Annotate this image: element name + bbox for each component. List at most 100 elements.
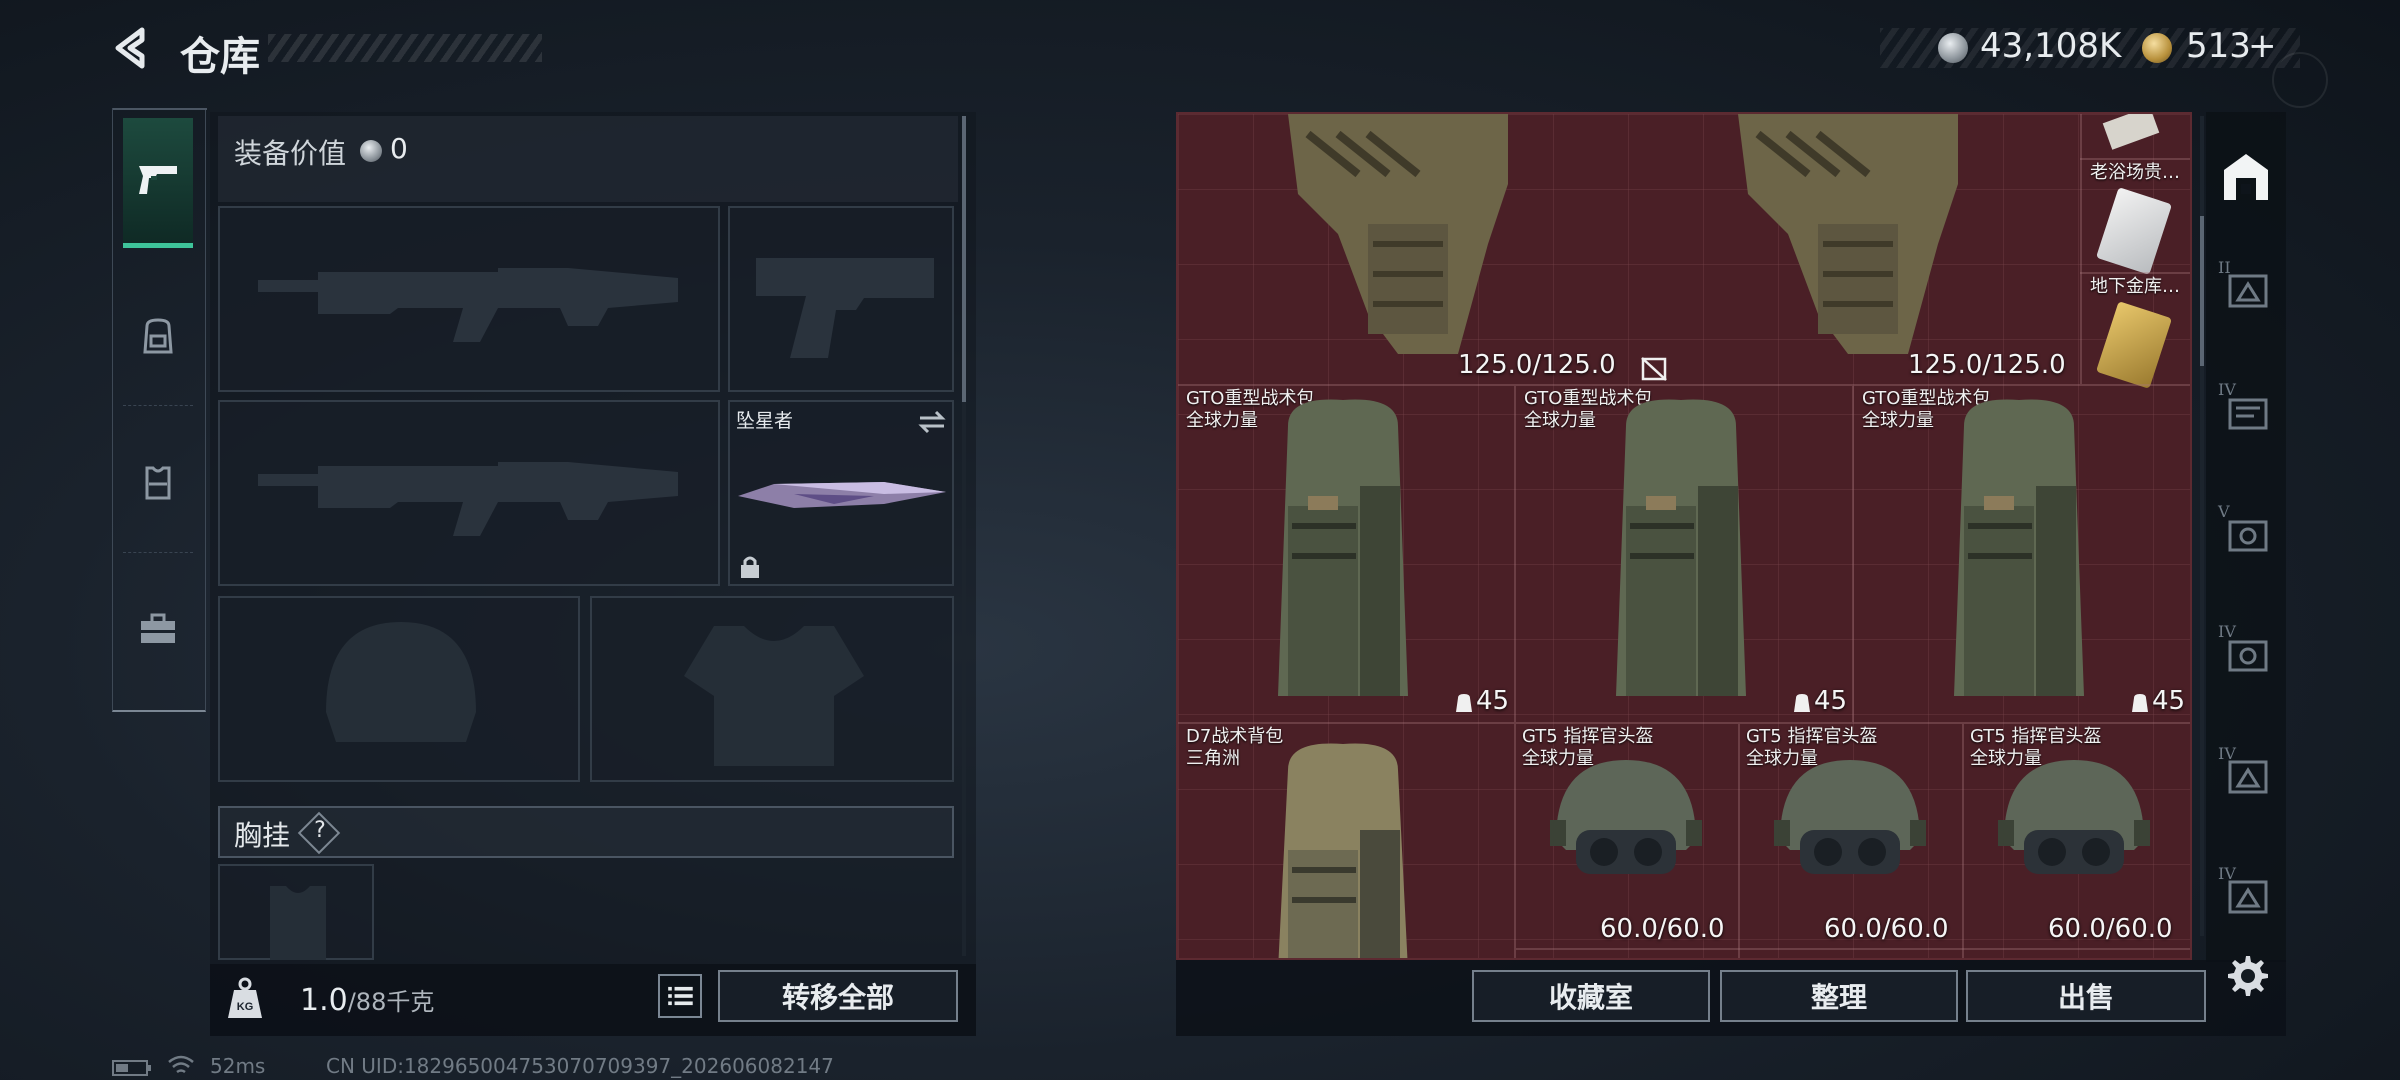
category-tab-6[interactable]: IV: [2214, 862, 2278, 926]
category-tab-5[interactable]: IV: [2214, 742, 2278, 806]
ping-readout: 52ms: [210, 1054, 266, 1078]
primary-weapon-slot-2[interactable]: [218, 400, 720, 586]
category-tab-1[interactable]: II: [2214, 256, 2278, 320]
capacity-icon: [1456, 694, 1472, 712]
add-currency-button[interactable]: +: [2248, 26, 2277, 66]
backpack-icon: [1954, 399, 2084, 696]
back-arrow-icon[interactable]: [108, 24, 156, 72]
title-decoration: [268, 34, 542, 62]
item-name: GT5 指挥官头盔: [1522, 726, 1654, 747]
helmet-item[interactable]: GT5 指挥官头盔 全球力量 60.0/60.0: [1964, 724, 2186, 946]
transfer-all-button[interactable]: 转移全部: [718, 970, 958, 1022]
key-card-item[interactable]: 地下金库…: [2082, 274, 2190, 389]
backpack-item[interactable]: D7战术背包 三角洲: [1178, 724, 1514, 958]
item-subtitle: 全球力量: [1862, 410, 1934, 431]
pistol-icon: [139, 166, 177, 194]
helmet-item[interactable]: GT5 指挥官头盔 全球力量 60.0/60.0: [1516, 724, 1738, 946]
tactical-vest-item[interactable]: [1278, 114, 1518, 364]
chest-rig-slot[interactable]: [218, 864, 374, 960]
helmet-durability: 60.0/60.0: [2048, 914, 2173, 944]
backpack-icon: [1278, 743, 1408, 958]
category-tier: IV: [2218, 864, 2236, 883]
melee-weapon-name: 坠星者: [736, 410, 794, 432]
weight-icon: KG: [228, 977, 262, 1018]
key-card-icon: [2095, 187, 2173, 275]
secondary-weapon-slot[interactable]: [728, 206, 954, 392]
tab-separator: [123, 552, 193, 553]
warehouse-all-icon[interactable]: [2214, 144, 2278, 208]
vest-icon[interactable]: [141, 462, 175, 502]
decorative-ring: [2272, 52, 2328, 108]
silver-coin-icon: [360, 140, 382, 162]
sort-button[interactable]: 整理: [1720, 970, 1958, 1022]
item-name: GT5 指挥官头盔: [1970, 726, 2102, 747]
helmet-icon: [1998, 760, 2150, 874]
capacity-icon: [2132, 694, 2148, 712]
category-tier: IV: [2218, 744, 2236, 763]
swap-icon[interactable]: [916, 408, 948, 436]
category-tier: V: [2218, 502, 2230, 521]
capacity-icon: [1794, 694, 1810, 712]
key-card-name: 老浴场贵…: [2090, 162, 2180, 183]
tab-weapons[interactable]: [123, 118, 193, 248]
helmet-icon: [1774, 760, 1926, 874]
weight-current: 1.0: [300, 983, 348, 1018]
help-icon-glyph: ?: [314, 818, 326, 843]
assault-rifle-silhouette-icon: [258, 268, 678, 342]
key-card-icon: [2095, 301, 2173, 389]
category-tier: IV: [2218, 380, 2236, 399]
helmet-durability: 60.0/60.0: [1824, 914, 1949, 944]
pistol-silhouette-icon: [756, 258, 934, 358]
backpack-capacity: 45: [2152, 686, 2186, 716]
uid-readout: CN UID:182965004753070709397_20260608214…: [326, 1054, 834, 1078]
loadout-scrollbar-thumb[interactable]: [962, 116, 966, 402]
inventory-grid[interactable]: 125.0/125.0 125.0/125.0 老浴场贵… 地下金库… GTO重…: [1176, 112, 2192, 960]
backpack-icon[interactable]: [139, 316, 177, 356]
tab-separator: [123, 405, 193, 406]
category-tier: II: [2218, 258, 2231, 277]
gold-currency-amount: 513: [2186, 26, 2251, 66]
list-view-button[interactable]: [658, 974, 702, 1018]
inventory-scrollbar-thumb[interactable]: [2200, 216, 2204, 366]
melee-weapon-slot[interactable]: 坠星者: [728, 400, 954, 586]
key-card-item[interactable]: [2082, 114, 2190, 158]
tactical-vest-item[interactable]: [1728, 114, 1968, 364]
armor-silhouette-icon: [684, 626, 864, 766]
item-subtitle: 三角洲: [1186, 748, 1240, 769]
backpack-item[interactable]: GTO重型战术包 全球力量 45: [1516, 386, 1852, 722]
battery-icon: [112, 1060, 151, 1076]
key-card-name: 地下金库…: [2090, 276, 2180, 297]
silver-currency-amount: 43,108K: [1980, 26, 2122, 66]
collection-room-button[interactable]: 收藏室: [1472, 970, 1710, 1022]
backpack-icon: [1616, 399, 1746, 696]
category-tier: IV: [2218, 622, 2236, 641]
item-subtitle: 全球力量: [1186, 410, 1258, 431]
vest-durability: 125.0/125.0: [1908, 350, 2066, 380]
key-card-item[interactable]: 老浴场贵…: [2082, 160, 2190, 275]
page-title: 仓库: [180, 34, 260, 80]
equipment-value: 0: [390, 132, 408, 165]
assault-rifle-silhouette-icon: [258, 462, 678, 536]
silver-coin-icon: [1938, 33, 1968, 63]
no-repair-icon: [1641, 357, 1667, 381]
sell-button[interactable]: 出售: [1966, 970, 2206, 1022]
helmet-item[interactable]: GT5 指挥官头盔 全球力量 60.0/60.0: [1740, 724, 1962, 946]
key-card-icon: [2102, 114, 2160, 150]
equipment-value-label: 装备价值: [234, 137, 347, 170]
category-tab-2[interactable]: IV: [2214, 378, 2278, 442]
knife-icon: [738, 482, 946, 508]
backpack-capacity: 45: [1476, 686, 1510, 716]
toolbox-icon[interactable]: [138, 612, 178, 646]
backpack-item[interactable]: GTO重型战术包 全球力量 45: [1178, 386, 1514, 722]
vest-durability: 125.0/125.0: [1458, 350, 1616, 380]
category-tab-3[interactable]: V: [2214, 500, 2278, 564]
cell-border: [1516, 948, 2190, 950]
weight-readout: 1.0/88千克: [300, 982, 434, 1018]
category-tab-4[interactable]: IV: [2214, 620, 2278, 684]
body-armor-slot[interactable]: [590, 596, 954, 782]
primary-weapon-slot-1[interactable]: [218, 206, 720, 392]
svg-text:KG: KG: [237, 1001, 254, 1013]
gear-icon[interactable]: [2222, 952, 2270, 1000]
backpack-item[interactable]: GTO重型战术包 全球力量 45: [1854, 386, 2190, 722]
helmet-slot[interactable]: [218, 596, 580, 782]
